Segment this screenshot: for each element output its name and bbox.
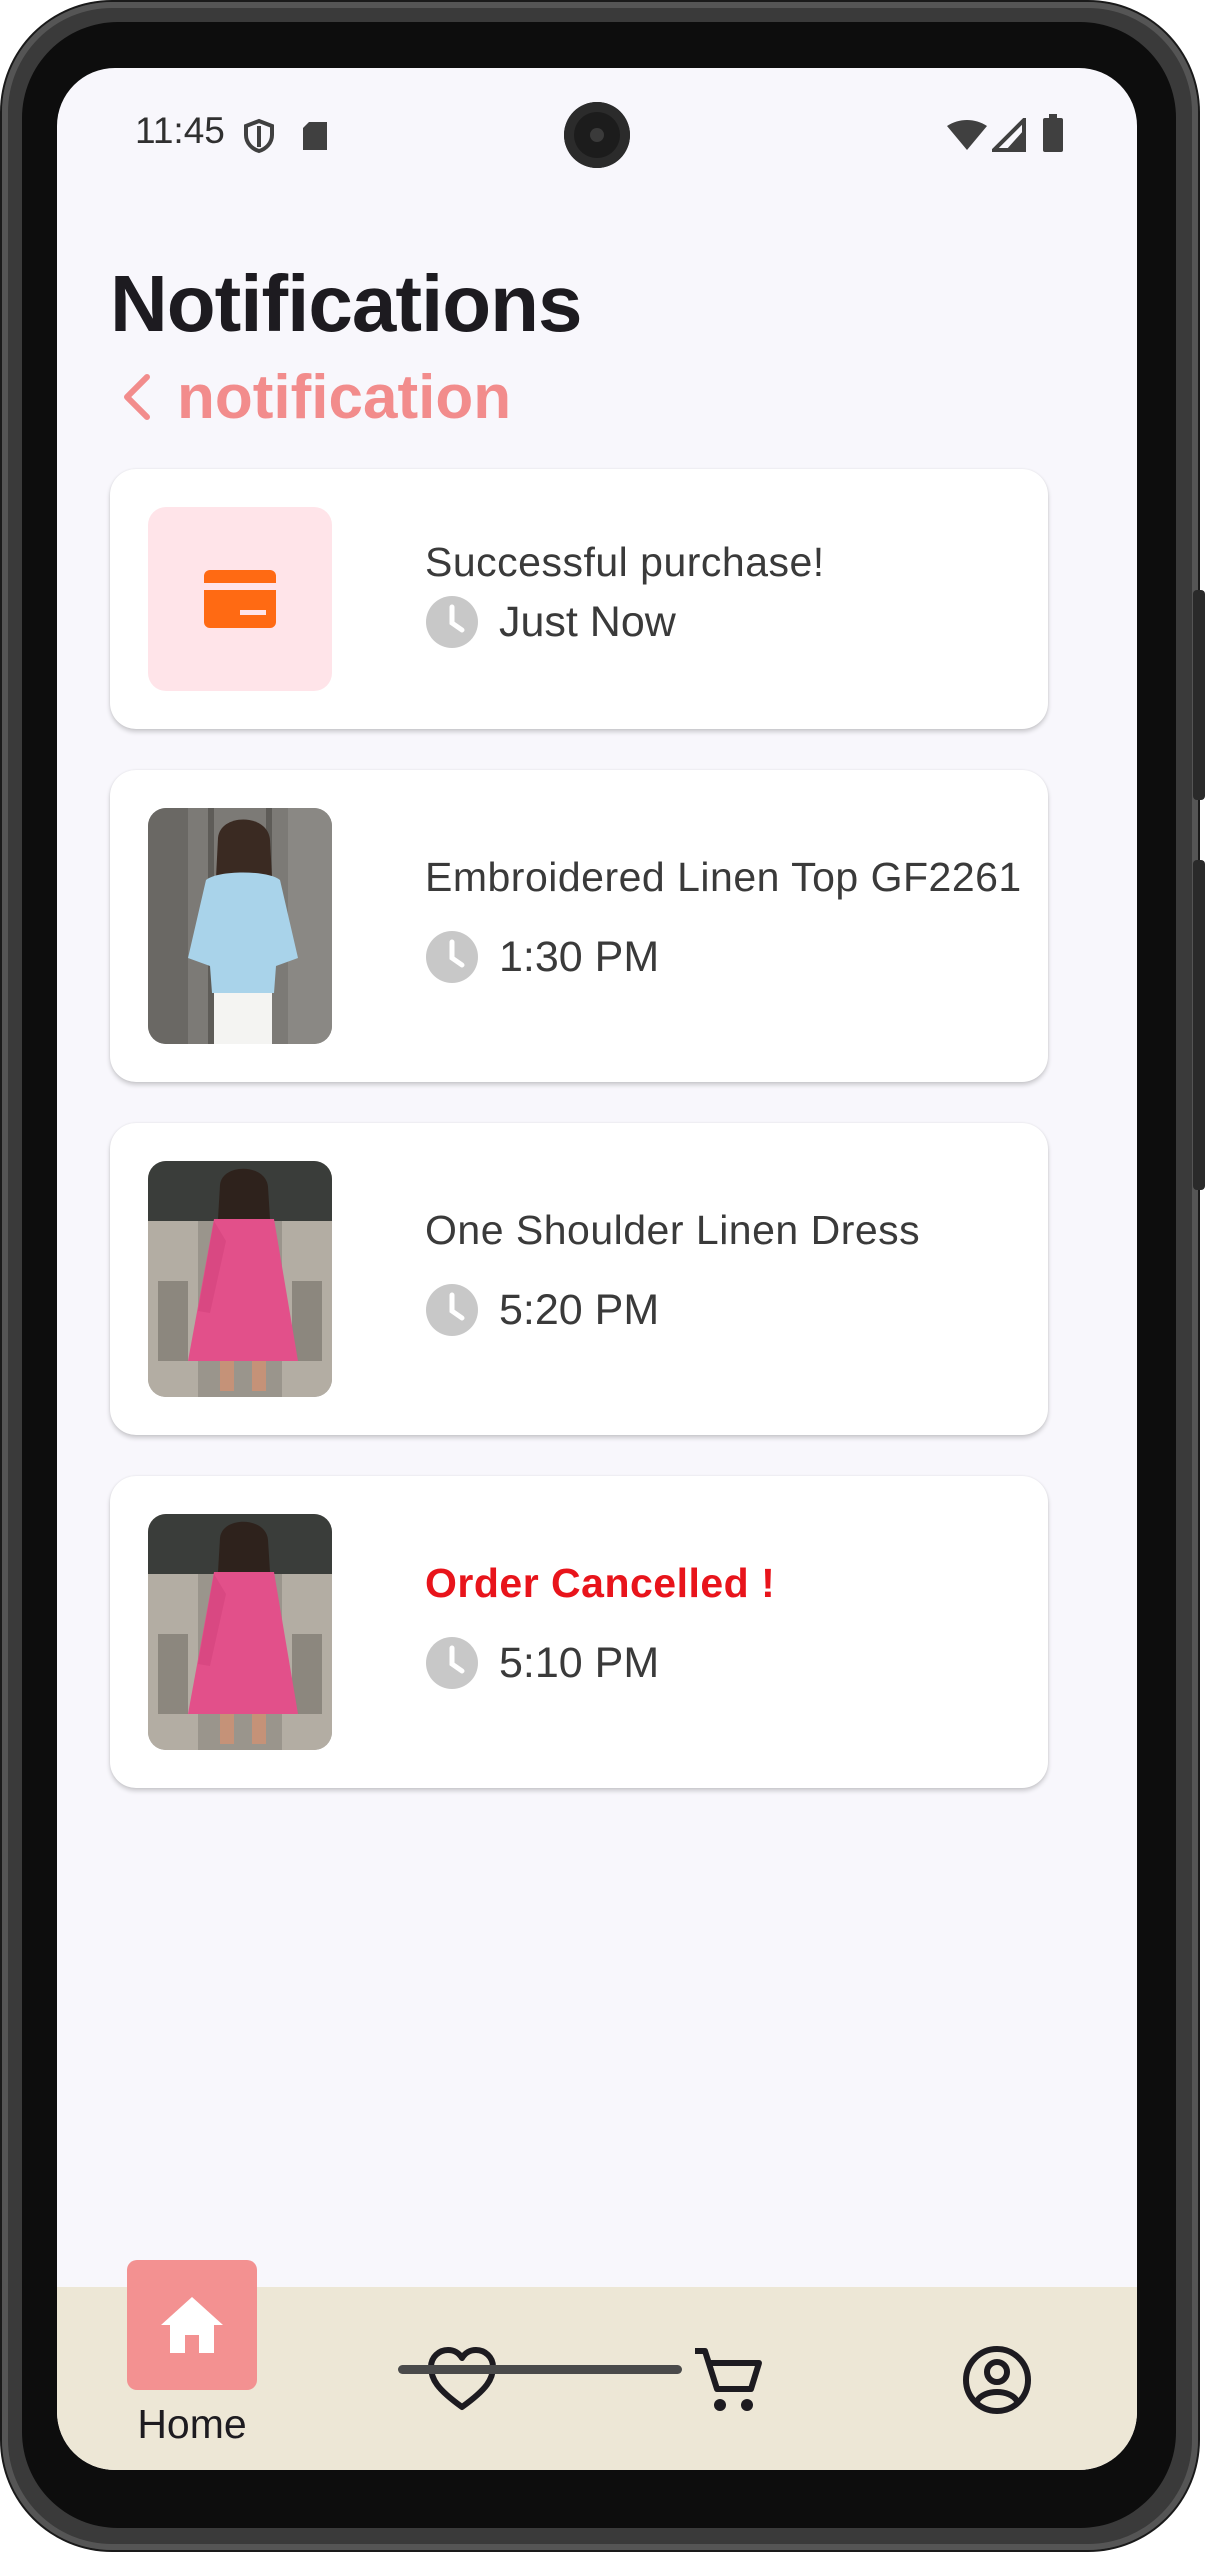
product-image-pink-dress xyxy=(148,1514,332,1750)
phone-frame: 11:45 Notifications notification Success… xyxy=(0,0,1207,2555)
notification-time-row: 5:20 PM xyxy=(425,1283,659,1337)
credit-card-icon xyxy=(204,570,276,628)
page-title: Notifications xyxy=(110,259,582,348)
product-thumbnail xyxy=(148,1514,332,1750)
notification-card[interactable]: Order Cancelled ! 5:10 PM xyxy=(110,1476,1048,1788)
clock-icon xyxy=(426,1284,478,1336)
front-camera xyxy=(564,102,630,168)
notification-title: Embroidered Linen Top GF2261 xyxy=(425,854,1022,900)
notification-title: One Shoulder Linen Dress xyxy=(425,1207,921,1253)
shield-icon xyxy=(244,118,274,154)
power-button xyxy=(1193,590,1205,800)
nav-home-button[interactable] xyxy=(127,2260,257,2390)
notification-time-row: 1:30 PM xyxy=(425,930,659,984)
cart-icon[interactable] xyxy=(693,2345,763,2415)
notification-time: 5:10 PM xyxy=(499,1638,660,1687)
clock-icon xyxy=(426,596,478,648)
status-time: 11:45 xyxy=(135,110,225,151)
home-icon xyxy=(161,2297,223,2353)
back-button[interactable]: notification xyxy=(119,362,511,432)
sd-card-icon xyxy=(303,122,327,150)
notification-time: Just Now xyxy=(499,597,676,646)
account-icon[interactable] xyxy=(962,2345,1032,2415)
notification-title: Successful purchase! xyxy=(425,539,825,585)
chevron-left-icon xyxy=(124,374,150,420)
notification-time-row: 5:10 PM xyxy=(425,1636,659,1690)
notification-time-row: Just Now xyxy=(425,595,676,649)
notification-card[interactable]: Embroidered Linen Top GF2261 1:30 PM xyxy=(110,770,1048,1082)
screen: 11:45 Notifications notification Success… xyxy=(57,68,1137,2470)
product-image-pink-dress xyxy=(148,1161,332,1397)
nav-home-label[interactable]: Home xyxy=(125,2401,259,2448)
back-label: notification xyxy=(177,362,512,432)
product-image-blue-top xyxy=(148,808,332,1044)
volume-button xyxy=(1193,860,1205,1190)
clock-icon xyxy=(426,931,478,983)
product-thumbnail xyxy=(148,1161,332,1397)
notification-time: 5:20 PM xyxy=(499,1285,660,1334)
credit-card-icon-tile xyxy=(148,507,332,691)
notification-card[interactable]: Successful purchase! Just Now xyxy=(110,469,1048,729)
notification-title-alert: Order Cancelled ! xyxy=(425,1560,776,1606)
gesture-home-indicator[interactable] xyxy=(398,2365,682,2374)
signal-icon xyxy=(992,118,1026,152)
notification-card[interactable]: One Shoulder Linen Dress 5:20 PM xyxy=(110,1123,1048,1435)
heart-icon[interactable] xyxy=(427,2345,497,2415)
product-thumbnail xyxy=(148,808,332,1044)
battery-icon xyxy=(1043,114,1063,152)
notification-time: 1:30 PM xyxy=(499,932,660,981)
wifi-icon xyxy=(947,120,987,150)
bottom-navigation: Home xyxy=(57,2260,1137,2470)
clock-icon xyxy=(426,1637,478,1689)
